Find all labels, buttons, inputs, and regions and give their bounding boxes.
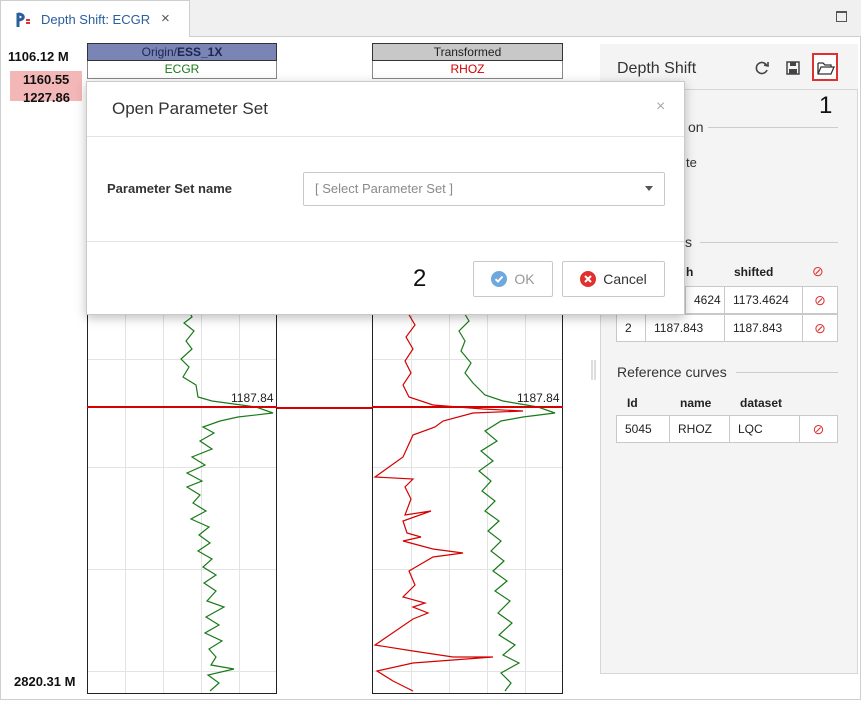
- parameter-set-select-placeholder: [ Select Parameter Set ]: [315, 181, 454, 196]
- delete-shift-row1-icon[interactable]: ⊘: [802, 286, 838, 314]
- app-logo-icon: [16, 12, 30, 27]
- track2-curve-label[interactable]: RHOZ: [372, 61, 563, 79]
- delete-reference-icon[interactable]: ⊘: [799, 415, 838, 443]
- folder-open-icon: [817, 62, 835, 75]
- shift-row1-depth[interactable]: 4624: [685, 286, 725, 314]
- shift-row1-shifted[interactable]: 1173.4624: [724, 286, 803, 314]
- ref-row1-dataset: LQC: [729, 415, 800, 443]
- partial-section-title: on: [688, 119, 704, 135]
- tab-depth-shift[interactable]: Depth Shift: ECGR ×: [0, 0, 190, 37]
- chevron-down-icon: [645, 186, 653, 191]
- track1-header-dataset: ESS_1X: [176, 45, 223, 59]
- cancel-circle-icon: [580, 271, 597, 287]
- track2-shift-label: 1187.84: [517, 391, 560, 405]
- save-icon: [786, 61, 800, 75]
- dialog-header-divider: [87, 136, 684, 137]
- callout-1: 1: [819, 92, 833, 119]
- track1-ecgr-curve: [180, 301, 274, 692]
- ok-button[interactable]: OK: [473, 261, 553, 297]
- shift-col-depth-header: h: [686, 265, 694, 279]
- section-rule-2: [700, 242, 838, 243]
- tab-close-icon[interactable]: ×: [161, 10, 170, 27]
- ref-row1-id: 5045: [616, 415, 670, 443]
- cancel-button[interactable]: Cancel: [562, 261, 665, 297]
- ref-col-id-header: Id: [627, 396, 638, 410]
- parameter-set-name-label: Parameter Set name: [107, 181, 233, 196]
- ok-button-label: OK: [514, 271, 535, 287]
- open-parameter-set-button[interactable]: [812, 53, 838, 81]
- depth-top-label: 1106.12 M: [8, 49, 69, 64]
- shift-line-track1[interactable]: [87, 406, 277, 408]
- track2-curves: [373, 301, 556, 692]
- delete-all-shifts-icon[interactable]: ⊘: [812, 263, 824, 280]
- shift-col-shifted-header: shifted: [734, 265, 774, 279]
- depth-bottom-label: 2820.31 M: [14, 674, 76, 689]
- track2-header: Transformed: [372, 43, 563, 61]
- dialog-title: Open Parameter Set: [112, 99, 268, 118]
- track1-shift-label: 1187.84: [231, 391, 274, 405]
- delete-shift-row2-icon[interactable]: ⊘: [802, 314, 838, 342]
- cancel-button-label: Cancel: [603, 271, 647, 287]
- callout-2: 2: [413, 265, 427, 292]
- dialog-footer-divider: [87, 241, 684, 242]
- reference-rule: [736, 372, 838, 373]
- partial-text: te: [686, 155, 697, 170]
- partial-section2-title: s: [685, 234, 692, 250]
- splitter-handle-icon[interactable]: [591, 360, 597, 380]
- depth-range-end: 1227.86: [23, 90, 70, 105]
- check-circle-icon: [491, 271, 508, 287]
- ref-col-name-header: name: [680, 396, 712, 410]
- shift-row2-depth[interactable]: 1187.843: [645, 314, 725, 342]
- reference-curves-title: Reference curves: [617, 364, 727, 380]
- ref-row1-name: RHOZ: [669, 415, 730, 443]
- section-rule: [708, 127, 838, 128]
- shift-line-track2[interactable]: [372, 406, 563, 408]
- tab-title: Depth Shift: ECGR: [41, 12, 151, 27]
- refresh-icon: [755, 61, 769, 75]
- panel-title: Depth Shift: [617, 60, 697, 77]
- track2-plot[interactable]: 1187.84: [372, 300, 563, 694]
- refresh-button[interactable]: [751, 57, 773, 79]
- shift-row2-shifted[interactable]: 1187.843: [724, 314, 803, 342]
- depth-range-start: 1160.55: [23, 72, 70, 87]
- maximize-icon[interactable]: [836, 11, 847, 22]
- dialog-close-icon[interactable]: ×: [656, 98, 665, 116]
- ref-col-dataset-header: dataset: [740, 396, 783, 410]
- save-button[interactable]: [782, 57, 804, 79]
- track1-curve-label[interactable]: ECGR: [87, 61, 277, 79]
- shift-row2-index: 2: [616, 314, 646, 342]
- track1-plot[interactable]: 1187.84: [87, 300, 277, 694]
- track1-header-prefix: Origin/: [141, 45, 177, 59]
- track1-header: Origin/ESS_1X: [87, 43, 277, 61]
- shift-connector: [277, 407, 372, 409]
